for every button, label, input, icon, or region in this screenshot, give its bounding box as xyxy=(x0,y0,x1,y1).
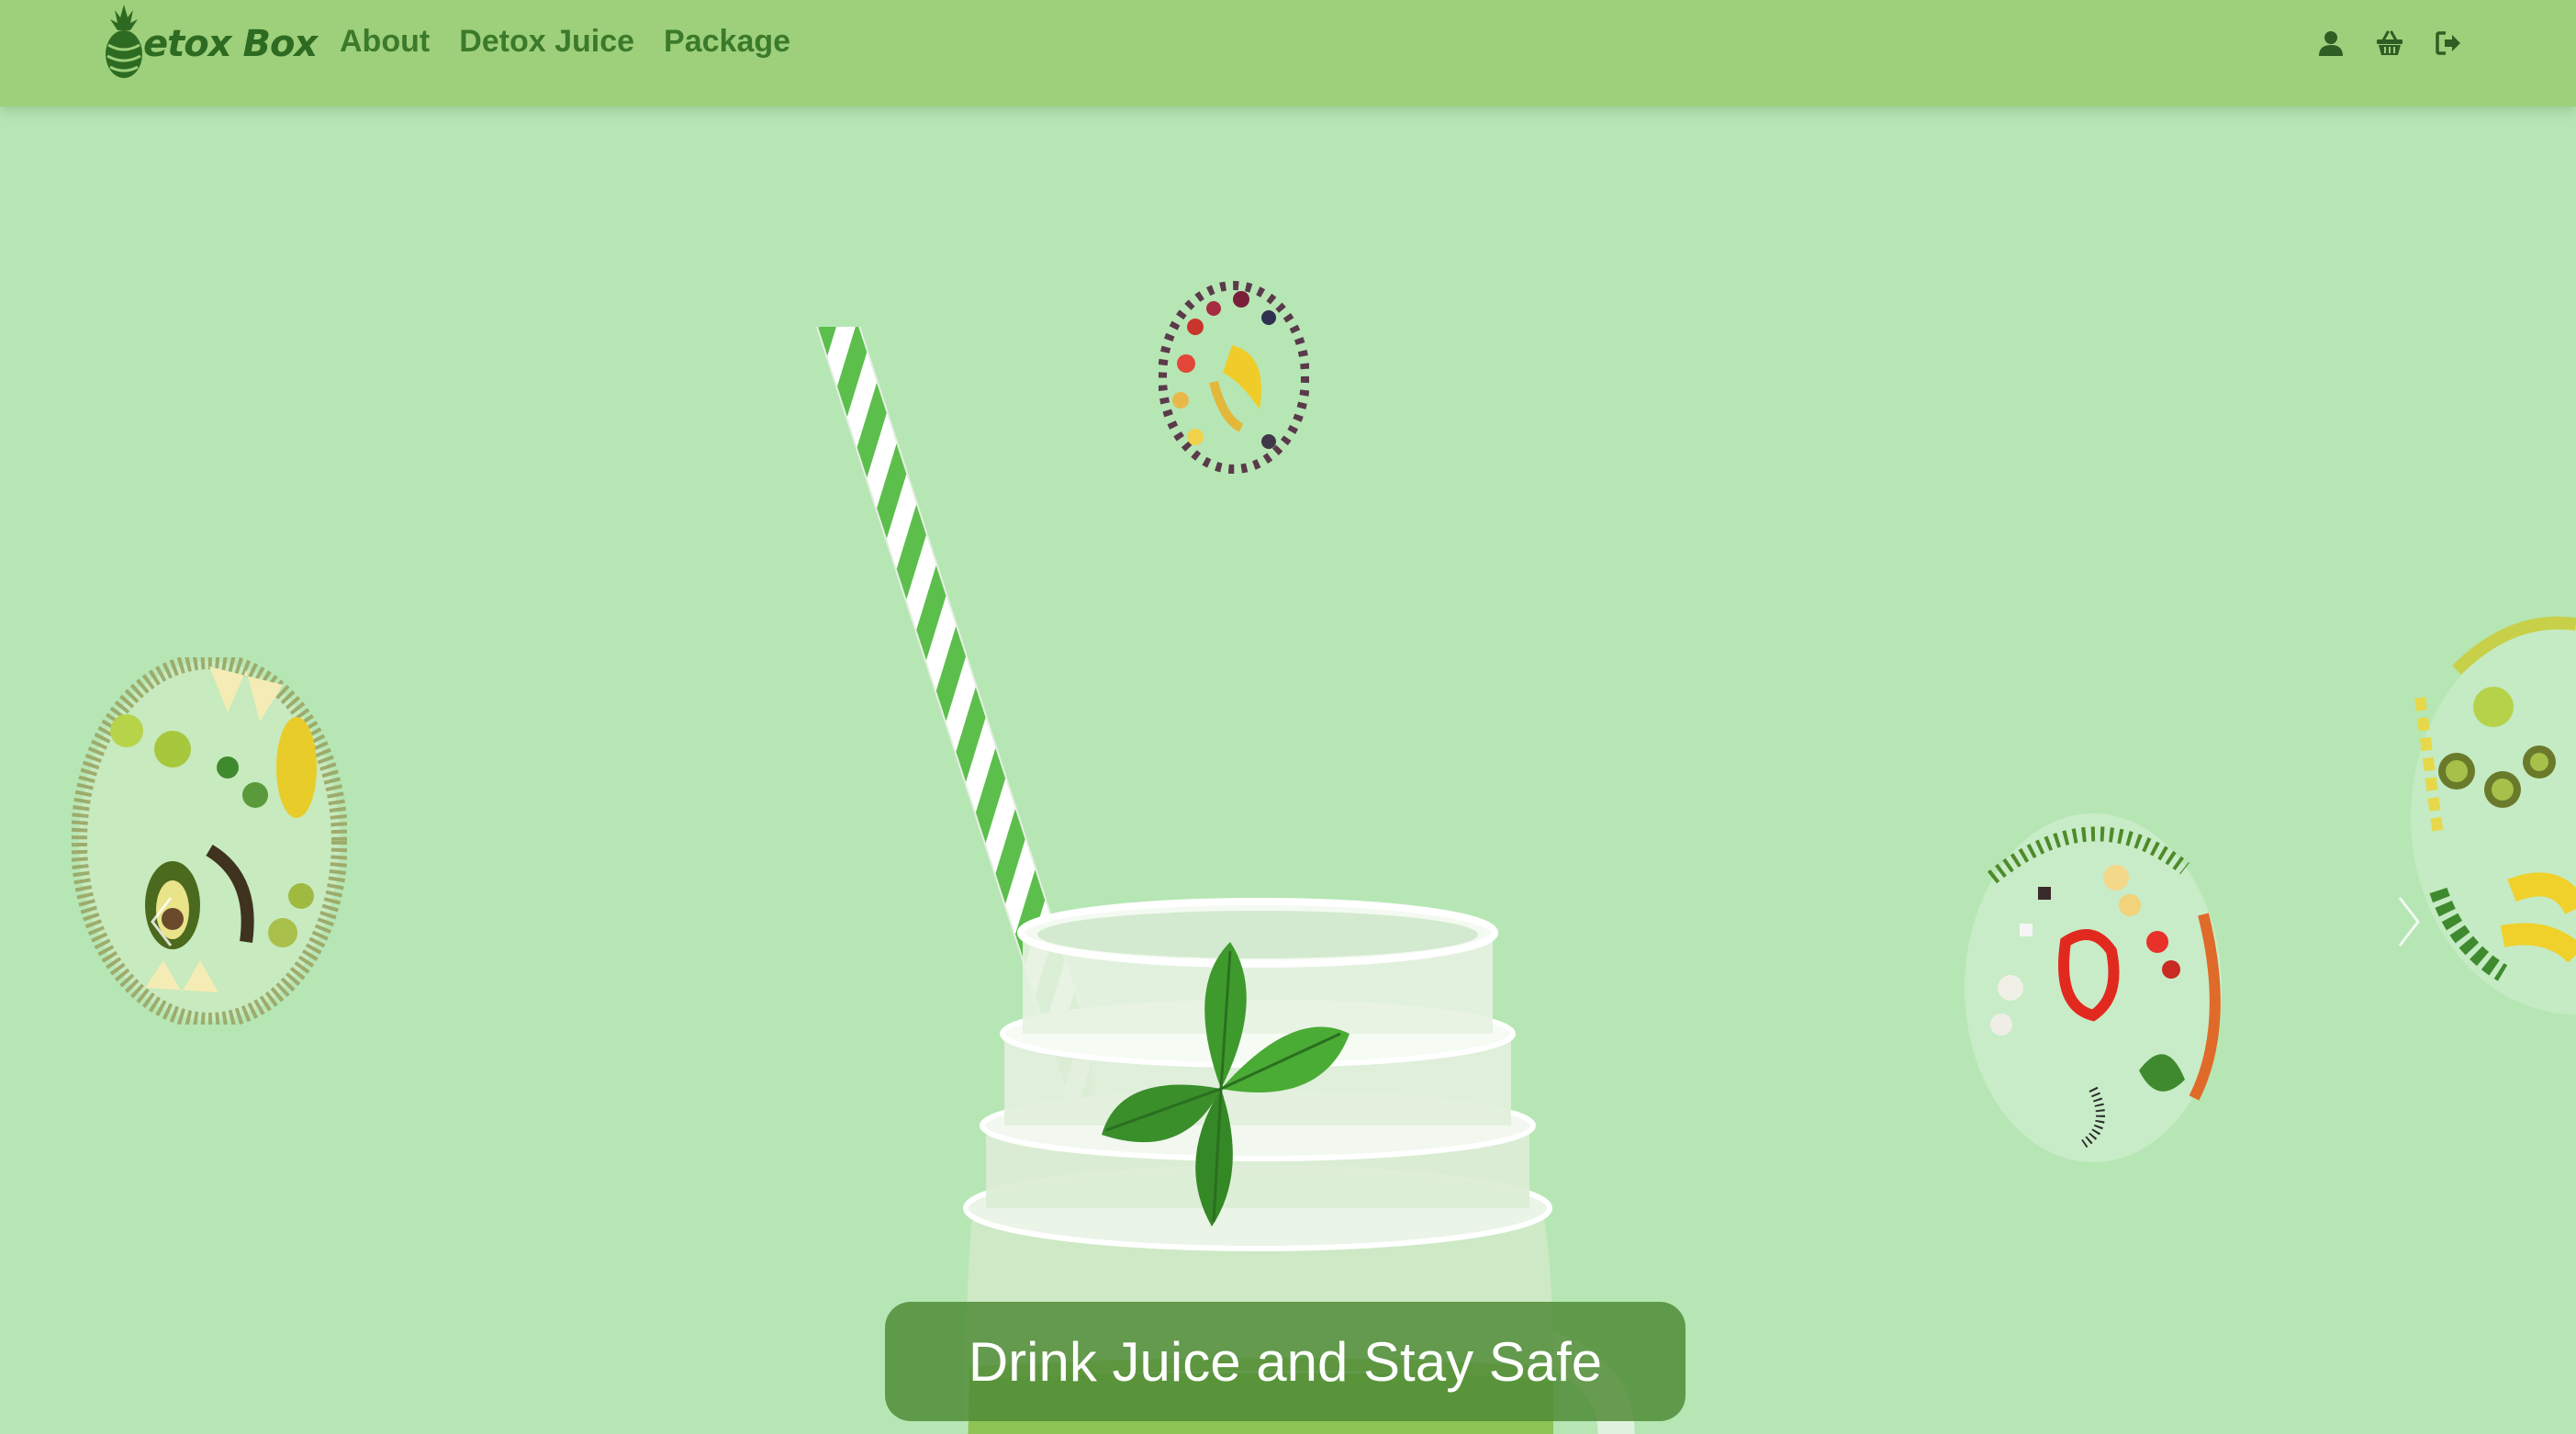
user-icon[interactable] xyxy=(2317,29,2345,57)
hero-caption-text: Drink Juice and Stay Safe xyxy=(968,1330,1603,1393)
carousel-next-arrow-icon[interactable] xyxy=(2391,885,2427,958)
brand-logo[interactable]: etox Box xyxy=(103,0,318,83)
fruit-circle-berries xyxy=(1159,281,1309,474)
sign-out-icon[interactable] xyxy=(2435,29,2462,57)
nav-icons xyxy=(2317,29,2462,57)
fruit-circle-tropical xyxy=(2411,616,2576,1014)
hero-caption: Drink Juice and Stay Safe xyxy=(885,1302,1686,1421)
nav-links: About Detox Juice Package xyxy=(340,24,790,60)
nav-link-detox-juice[interactable]: Detox Juice xyxy=(459,24,634,60)
fruit-circle-green xyxy=(72,657,347,1025)
nav-link-package[interactable]: Package xyxy=(664,24,790,60)
fruit-circle-veggies xyxy=(1965,813,2222,1162)
basket-icon[interactable] xyxy=(2376,29,2403,57)
navbar: etox Box About Detox Juice Package xyxy=(0,0,2576,106)
carousel-prev-arrow-icon[interactable] xyxy=(143,885,180,958)
nav-link-about[interactable]: About xyxy=(340,24,430,60)
brand-name: etox Box xyxy=(143,23,318,65)
hero-carousel xyxy=(0,106,2576,1434)
pineapple-icon xyxy=(106,5,142,78)
